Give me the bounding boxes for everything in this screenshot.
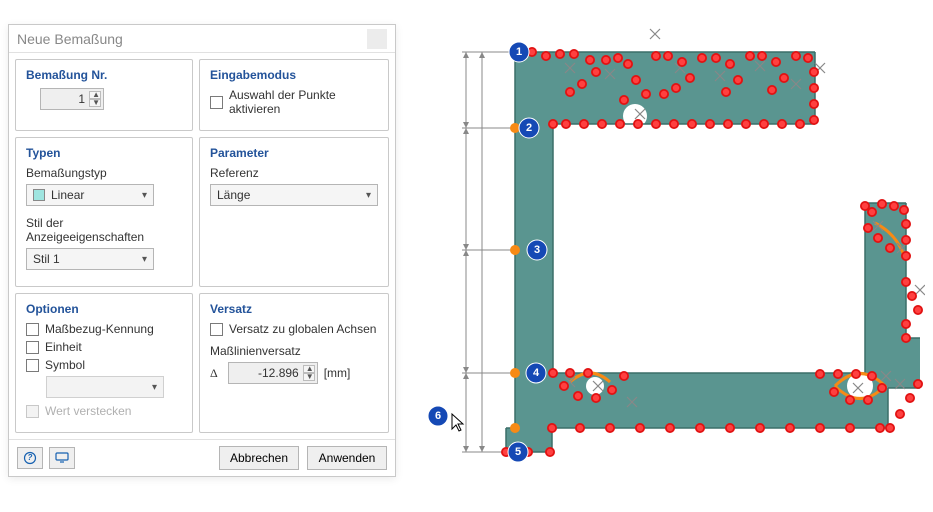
offset-value: -12.896 bbox=[258, 366, 299, 380]
check-label: Einheit bbox=[45, 340, 82, 354]
activate-points-check[interactable]: Auswahl der Punkte aktivieren bbox=[210, 88, 378, 116]
marker-3: 3 bbox=[527, 240, 547, 260]
dimension-no-field[interactable]: 1 ▲ ▼ bbox=[40, 88, 104, 110]
delta-symbol: Δ bbox=[210, 366, 218, 381]
chevron-down-icon: ▾ bbox=[366, 190, 371, 201]
group-heading: Typen bbox=[26, 146, 182, 160]
svg-text:4: 4 bbox=[533, 367, 540, 379]
checkbox-icon bbox=[210, 96, 223, 109]
check-label: Versatz zu globalen Achsen bbox=[229, 322, 376, 336]
close-icon[interactable] bbox=[367, 29, 387, 49]
svg-text:5: 5 bbox=[515, 446, 521, 458]
group-types: Typen Bemaßungstyp Linear ▾ Stil der Anz… bbox=[15, 137, 193, 287]
select-value: Linear bbox=[51, 188, 84, 202]
svg-text:?: ? bbox=[28, 453, 33, 462]
svg-text:1: 1 bbox=[516, 46, 522, 58]
select-value: Stil 1 bbox=[33, 252, 60, 266]
dimension-chain bbox=[462, 52, 515, 452]
dimension-dialog: Neue Bemaßung Bemaßung Nr. 1 ▲ ▼ Eingabe… bbox=[8, 24, 396, 477]
check-label: Auswahl der Punkte aktivieren bbox=[229, 88, 378, 116]
offset-label: Maßlinienversatz bbox=[210, 344, 378, 358]
marker-6: 6 bbox=[428, 406, 448, 426]
checkbox-icon bbox=[26, 341, 39, 354]
cad-viewport[interactable]: 1 2 3 4 5 6 bbox=[420, 28, 925, 498]
spin-down-icon[interactable]: ▼ bbox=[89, 99, 101, 107]
marker-4: 4 bbox=[526, 363, 546, 383]
check-label: Symbol bbox=[45, 358, 85, 372]
help-button[interactable]: ? bbox=[17, 447, 43, 469]
symbol-select: ▾ bbox=[46, 376, 164, 398]
marker-2: 2 bbox=[519, 118, 539, 138]
reference-select[interactable]: Länge ▾ bbox=[210, 184, 378, 206]
chevron-down-icon: ▾ bbox=[142, 254, 147, 265]
offset-global-check[interactable]: Versatz zu globalen Achsen bbox=[210, 322, 378, 336]
marker-5: 5 bbox=[508, 442, 528, 462]
group-heading: Eingabemodus bbox=[210, 68, 378, 82]
hide-value-check: Wert verstecken bbox=[26, 404, 182, 418]
chevron-down-icon: ▾ bbox=[152, 382, 157, 393]
offset-value-field[interactable]: -12.896 ▲ ▼ bbox=[228, 362, 318, 384]
check-label: Maßbezug-Kennung bbox=[45, 322, 154, 336]
marker-1: 1 bbox=[509, 42, 529, 62]
checkbox-icon bbox=[26, 359, 39, 372]
checkbox-icon bbox=[26, 323, 39, 336]
unit-check[interactable]: Einheit bbox=[26, 340, 182, 354]
screen-button[interactable] bbox=[49, 447, 75, 469]
svg-text:3: 3 bbox=[534, 244, 540, 256]
dimension-no-value: 1 bbox=[78, 92, 85, 106]
dialog-button-bar: ? Abbrechen Anwenden bbox=[9, 439, 395, 476]
apply-button[interactable]: Anwenden bbox=[307, 446, 387, 470]
chevron-down-icon: ▾ bbox=[142, 190, 147, 201]
checkbox-icon bbox=[26, 405, 39, 418]
cancel-button[interactable]: Abbrechen bbox=[219, 446, 299, 470]
type-swatch-icon bbox=[33, 189, 45, 201]
dialog-title: Neue Bemaßung bbox=[17, 25, 123, 53]
svg-text:2: 2 bbox=[526, 122, 532, 134]
select-value: Länge bbox=[217, 188, 250, 202]
check-label: Wert verstecken bbox=[45, 404, 131, 418]
group-input-mode: Eingabemodus Auswahl der Punkte aktivier… bbox=[199, 59, 389, 131]
style-label: Stil der Anzeigeeigenschaften bbox=[26, 216, 182, 244]
dimension-type-select[interactable]: Linear ▾ bbox=[26, 184, 154, 206]
svg-text:6: 6 bbox=[435, 410, 441, 422]
dialog-titlebar[interactable]: Neue Bemaßung bbox=[9, 25, 395, 53]
profile-section bbox=[506, 52, 920, 452]
group-dimension-no: Bemaßung Nr. 1 ▲ ▼ bbox=[15, 59, 193, 131]
group-offset: Versatz Versatz zu globalen Achsen Maßli… bbox=[199, 293, 389, 433]
datum-check[interactable]: Maßbezug-Kennung bbox=[26, 322, 182, 336]
offset-unit: [mm] bbox=[324, 366, 351, 380]
cursor-icon bbox=[452, 414, 463, 431]
group-heading: Optionen bbox=[26, 302, 182, 316]
group-heading: Versatz bbox=[210, 302, 378, 316]
group-parameter: Parameter Referenz Länge ▾ bbox=[199, 137, 389, 287]
group-options: Optionen Maßbezug-Kennung Einheit Symbol bbox=[15, 293, 193, 433]
symbol-check[interactable]: Symbol bbox=[26, 358, 182, 372]
spin-down-icon[interactable]: ▼ bbox=[303, 373, 315, 381]
checkbox-icon bbox=[210, 323, 223, 336]
display-style-select[interactable]: Stil 1 ▾ bbox=[26, 248, 154, 270]
group-heading: Bemaßung Nr. bbox=[26, 68, 182, 82]
reference-label: Referenz bbox=[210, 166, 378, 180]
group-heading: Parameter bbox=[210, 146, 378, 160]
type-label: Bemaßungstyp bbox=[26, 166, 182, 180]
